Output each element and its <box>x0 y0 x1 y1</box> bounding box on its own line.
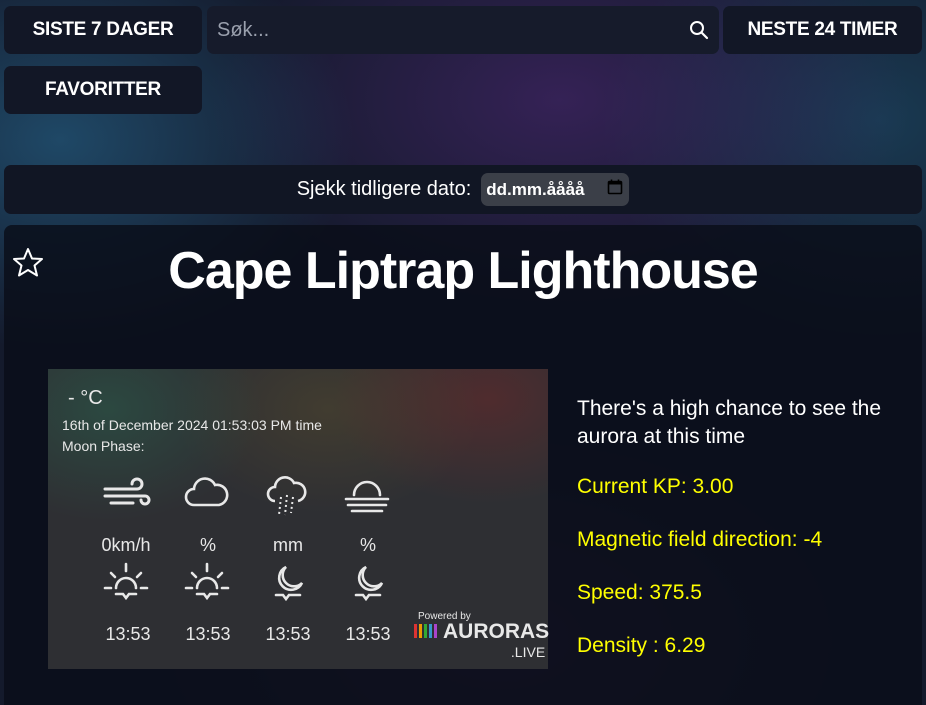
date-picker-bar: Sjekk tidligere dato: dd.mm.åååå <box>4 165 922 214</box>
fog-value: % <box>359 535 376 555</box>
rain-value: mm <box>273 535 303 555</box>
aurora-info: There's a high chance to see the aurora … <box>577 395 907 687</box>
weather-widget: - °C 16th of December 2024 01:53:03 PM t… <box>48 369 549 669</box>
moonset-icon <box>348 563 388 606</box>
auroras-logo <box>414 620 440 644</box>
auroras-live: .LIVE <box>510 644 546 660</box>
wind-icon <box>103 477 151 518</box>
widget-datetime: 16th of December 2024 01:53:03 PM time <box>62 417 322 433</box>
search-icon[interactable] <box>679 20 719 40</box>
wind-value: 0km/h <box>101 535 151 555</box>
favorites-button[interactable]: FAVORITTER <box>4 66 202 114</box>
cloud-icon <box>184 475 230 516</box>
cloud-value: % <box>199 535 216 555</box>
search-input[interactable] <box>207 6 679 54</box>
sunset-time: 13:53 <box>185 624 231 644</box>
auroras-brand: AURORAS <box>443 620 550 643</box>
moonrise-time: 13:53 <box>265 624 311 644</box>
location-card: Cape Liptrap Lighthouse - °C 16th of Dec… <box>4 225 922 705</box>
last-7-days-button[interactable]: SISTE 7 DAGER <box>4 6 202 54</box>
sunrise-icon <box>103 561 149 606</box>
calendar-icon[interactable] <box>607 179 623 200</box>
sunrise-time: 13:53 <box>105 624 151 644</box>
date-input-value: dd.mm.åååå <box>486 179 585 199</box>
solar-wind-density: Density : 6.29 <box>577 634 706 657</box>
temperature: - °C <box>68 387 103 409</box>
date-picker-label: Sjekk tidligere dato: <box>296 178 472 200</box>
search-bar <box>207 6 719 54</box>
aurora-chance: There's a high chance to see the aurora … <box>577 397 882 448</box>
sunset-icon <box>184 561 230 606</box>
date-input[interactable]: dd.mm.åååå <box>481 173 630 206</box>
moon-phase: Moon Phase: <box>62 438 145 454</box>
location-title: Cape Liptrap Lighthouse <box>168 242 758 300</box>
fog-icon <box>342 477 392 518</box>
rain-icon <box>266 475 310 524</box>
solar-wind-speed: Speed: 375.5 <box>577 581 702 604</box>
moonset-time: 13:53 <box>345 624 391 644</box>
powered-by-auroras[interactable]: Powered by AURORAS .LIVE <box>414 611 549 660</box>
next-24-hours-button[interactable]: NESTE 24 TIMER <box>723 6 922 54</box>
moonrise-icon <box>268 563 308 606</box>
magnetic-field-direction: Magnetic field direction: -4 <box>577 528 823 551</box>
current-kp: Current KP: 3.00 <box>577 475 734 498</box>
